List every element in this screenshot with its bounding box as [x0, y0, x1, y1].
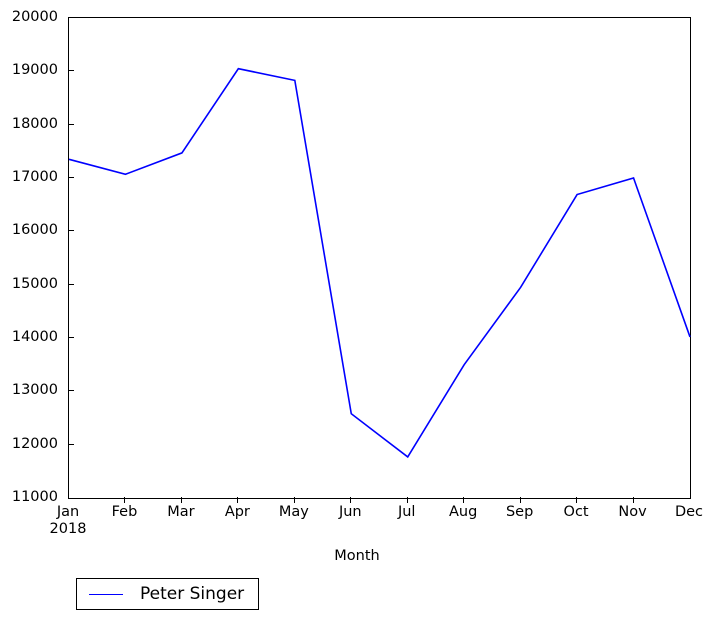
y-axis-tick-label: 20000 [11, 9, 58, 25]
x-axis-tick-label: Sep [505, 504, 534, 520]
series-line-peter-singer [68, 67, 691, 459]
x-axis-tick-label: Mar [167, 504, 195, 520]
y-axis-tick-label: 11000 [11, 489, 58, 505]
chart-plot-svg [68, 67, 691, 459]
x-axis-tick-label: Oct [563, 504, 589, 520]
x-axis-tick-label: Apr [224, 504, 250, 520]
y-axis-tick-label: 12000 [11, 435, 58, 452]
plot-area [68, 17, 691, 499]
x-axis-tick-label: Aug [449, 504, 478, 520]
line-chart-figure: 11000 12000 13000 14000 15000 16000 17000 18000… [0, 0, 714, 621]
legend-line-swatch-peter-singer [89, 593, 123, 595]
x-axis-tick-label: Jun [338, 504, 362, 520]
x-axis-tick-label: Feb [111, 504, 138, 520]
x-axis-tick-sublabel: 2018 [49, 521, 87, 537]
y-axis-tick-label: 17000 [11, 169, 58, 185]
legend-label-peter-singer: Peter Singer [140, 583, 245, 604]
x-axis-tick-label: Jul [397, 504, 416, 520]
chart-legend: Peter Singer [76, 578, 260, 610]
y-axis-tick-label: 18000 [11, 115, 58, 132]
x-axis-tick-label: Jan [56, 504, 80, 520]
y-axis-tick-label: 15000 [11, 275, 58, 292]
x-axis-tick-label: Dec [674, 504, 704, 520]
x-axis-title: Month [334, 548, 380, 564]
y-axis-tick-label: 19000 [11, 62, 58, 79]
y-axis-tick-label: 16000 [11, 222, 58, 239]
x-axis-tick-label: May [278, 504, 309, 520]
y-axis-tick-label: 13000 [11, 382, 58, 399]
x-axis-tick-label: Nov [618, 504, 647, 520]
y-axis-tick-label: 14000 [11, 329, 58, 345]
